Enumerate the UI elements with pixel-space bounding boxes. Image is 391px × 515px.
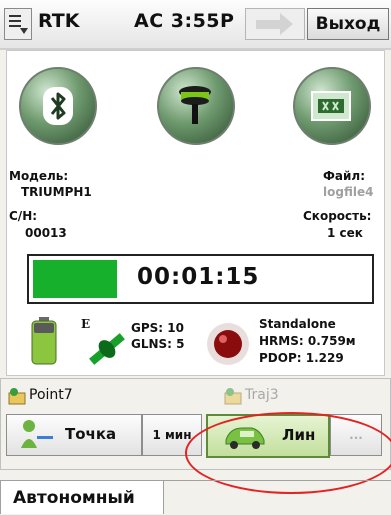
title-bar: RTK AC 3:55P Выход — [0, 0, 391, 50]
model-value: TRIUMPH1 — [21, 185, 92, 199]
trajectory-file-icon — [224, 388, 242, 405]
highlight-ellipse — [185, 412, 391, 494]
hrms-value: HRMS: 0.759м — [259, 334, 356, 348]
serial-value: 00013 — [25, 226, 67, 240]
point-name: Point7 — [29, 387, 73, 403]
battery-icon — [31, 317, 57, 365]
point-button-label: Точка — [65, 425, 117, 443]
recording-timer: 00:01:15 — [27, 254, 374, 304]
recording-progress-fill — [33, 260, 117, 298]
status-time: AC 3:55P — [134, 10, 235, 32]
next-arrow-button[interactable] — [245, 8, 305, 40]
recording-orb-button[interactable] — [293, 67, 371, 145]
surveyor-icon — [21, 420, 53, 448]
glonass-count: GLNS: 5 — [131, 337, 185, 351]
model-label: Модель: — [9, 169, 69, 183]
tab-autonomous[interactable]: Автономный — [0, 480, 164, 514]
trajectory-name: Traj3 — [245, 387, 279, 403]
elapsed-time: 00:01:15 — [137, 264, 260, 290]
serial-label: С/Н: — [9, 209, 38, 223]
rate-value: 1 сек — [327, 226, 363, 240]
point-file-icon — [8, 388, 26, 405]
menu-button[interactable] — [4, 8, 32, 40]
pdop-value: PDOP: 1.229 — [259, 351, 344, 365]
solution-type: Standalone — [259, 317, 336, 331]
arrow-right-icon — [256, 20, 280, 29]
gps-count: GPS: 10 — [131, 321, 184, 335]
satellite-icon — [89, 333, 125, 365]
bluetooth-icon — [43, 87, 73, 125]
dropdown-triangle-icon — [20, 28, 28, 34]
collect-point-button[interactable]: Точка — [6, 414, 142, 456]
position-status-indicator-icon — [207, 323, 249, 365]
antenna-receiver-icon — [179, 86, 211, 124]
receiver-orb-button[interactable] — [157, 67, 235, 145]
status-panel: Модель: TRIUMPH1 С/Н: 00013 Файл: logfil… — [6, 50, 385, 376]
exit-button[interactable]: Выход — [307, 8, 389, 40]
arrow-right-icon-head — [280, 13, 293, 35]
rate-label: Скорость: — [303, 209, 372, 223]
file-value: logfile4 — [323, 185, 374, 199]
app-title: RTK — [38, 10, 80, 32]
file-label: Файл: — [323, 169, 365, 183]
tab-divider — [164, 480, 391, 481]
memory-card-icon — [311, 91, 351, 121]
bluetooth-orb-button[interactable] — [19, 67, 97, 145]
